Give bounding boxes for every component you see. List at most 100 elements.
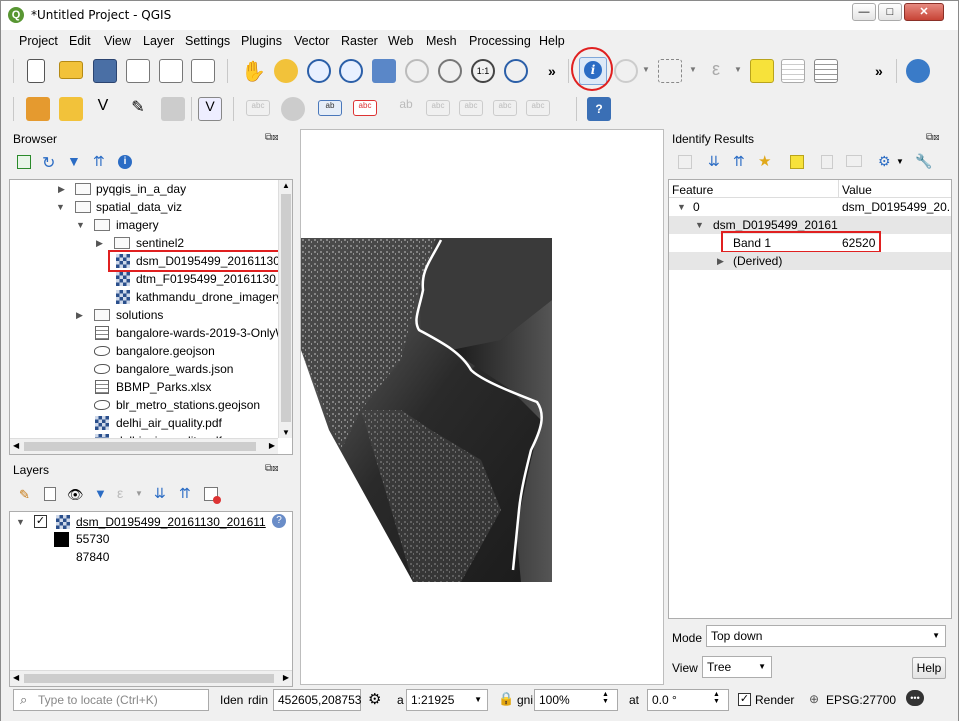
menu-help[interactable]: Help <box>539 34 565 48</box>
identify-mode-icon[interactable]: ⚙ <box>878 153 891 170</box>
run-action-icon[interactable] <box>614 59 638 83</box>
browser-item[interactable]: solutions <box>116 306 163 324</box>
expand-arrow-icon[interactable]: ▶ <box>58 184 65 195</box>
digitize-pen-icon[interactable]: ✎ <box>126 97 150 121</box>
scroll-right-arrow-icon[interactable]: ▶ <box>283 673 289 682</box>
scroll-right-arrow-icon[interactable]: ▶ <box>269 441 275 450</box>
chevron-down-icon[interactable]: ▼ <box>135 489 143 498</box>
dock-float-close-icon[interactable]: ⧉⊠ <box>265 132 279 143</box>
map-canvas[interactable] <box>300 129 664 685</box>
menu-vector[interactable]: Vector <box>294 34 329 48</box>
browser-horizontal-scrollbar[interactable]: ◀ ▶ <box>10 438 278 454</box>
label-toolbar-icon[interactable]: abc <box>246 100 270 116</box>
virtual-layer-icon[interactable]: V <box>198 97 222 121</box>
chevron-down-icon[interactable]: ▼ <box>896 157 904 166</box>
clear-results-icon[interactable] <box>790 155 804 169</box>
new-geopackage-icon[interactable] <box>59 97 83 121</box>
expand-new-results-icon[interactable]: ★ <box>758 152 771 170</box>
zoom-selection-icon[interactable] <box>405 59 429 83</box>
collapse-arrow-icon[interactable]: ▼ <box>76 220 85 230</box>
settings-wrench-icon[interactable]: 🔧 <box>915 153 932 170</box>
menu-view[interactable]: View <box>104 34 131 48</box>
zoom-native-icon[interactable]: 1:1 <box>471 59 495 83</box>
menu-project[interactable]: Project <box>19 34 58 48</box>
chevron-down-icon[interactable]: ▼ <box>642 65 650 74</box>
view-select[interactable]: Tree <box>702 656 772 678</box>
collapse-arrow-icon[interactable]: ▼ <box>695 220 704 230</box>
menu-mesh[interactable]: Mesh <box>426 34 457 48</box>
scroll-left-arrow-icon[interactable]: ◀ <box>13 673 19 682</box>
browser-item[interactable]: bangalore_wards.json <box>116 360 233 378</box>
browser-item[interactable]: pyqgis_in_a_day <box>96 180 186 198</box>
result-row-derived[interactable] <box>669 252 951 270</box>
browser-vertical-scrollbar[interactable]: ▲ ▼ <box>278 180 292 438</box>
dock-float-close-icon[interactable]: ⧉⊠ <box>265 463 279 474</box>
expand-arrow-icon[interactable]: ▶ <box>76 310 83 321</box>
collapse-all-icon[interactable]: ⇈ <box>733 153 745 170</box>
new-print-layout-icon[interactable] <box>126 59 150 83</box>
browser-item[interactable]: bangalore-wards-2019-3-OnlyW <box>116 324 287 342</box>
menu-raster[interactable]: Raster <box>341 34 378 48</box>
scale-select[interactable]: 1:21925 <box>406 689 488 711</box>
expand-arrow-icon[interactable]: ▶ <box>96 238 103 249</box>
refresh-icon[interactable]: ↻ <box>42 153 55 173</box>
collapse-arrow-icon[interactable]: ▼ <box>56 202 65 212</box>
browser-item[interactable]: delhi_air_quality.pdf <box>116 414 222 432</box>
toolbar-overflow-icon[interactable]: » <box>875 63 883 79</box>
derived-label[interactable]: (Derived) <box>733 252 782 270</box>
minimize-button[interactable]: — <box>852 3 876 21</box>
menu-processing[interactable]: Processing <box>469 34 531 48</box>
expand-all-icon[interactable]: ⇊ <box>154 485 166 502</box>
render-checkbox[interactable]: ✓ <box>738 693 751 706</box>
open-project-icon[interactable] <box>59 61 83 79</box>
style-manager-icon[interactable] <box>191 59 215 83</box>
maximize-button[interactable]: □ <box>878 3 902 21</box>
filter-expression-icon[interactable]: ε <box>117 485 123 501</box>
coordinate-field[interactable]: 452605,208753 <box>273 689 361 711</box>
scrollbar-thumb[interactable] <box>24 674 274 683</box>
column-header-feature[interactable]: Feature <box>672 181 713 199</box>
spin-arrows-icon[interactable]: ▲ ▼ <box>602 691 609 705</box>
attribute-table-icon[interactable] <box>781 59 805 83</box>
select-features-icon[interactable] <box>658 59 682 83</box>
expand-tree-icon[interactable] <box>678 155 692 169</box>
close-button[interactable]: ✕ <box>904 3 944 21</box>
layers-horizontal-scrollbar[interactable]: ◀ ▶ <box>10 670 292 686</box>
column-header-value[interactable]: Value <box>842 181 872 199</box>
visibility-eye-icon[interactable]: 👁 <box>67 487 84 503</box>
copy-feature-icon[interactable] <box>821 155 833 169</box>
scroll-left-arrow-icon[interactable]: ◀ <box>13 441 19 450</box>
zoom-full-icon[interactable] <box>372 59 396 83</box>
spin-arrows-icon[interactable]: ▲ ▼ <box>713 691 720 705</box>
rotate-label-icon[interactable]: abc <box>493 100 517 116</box>
browser-item[interactable]: imagery <box>116 216 159 234</box>
scroll-down-arrow-icon[interactable]: ▼ <box>282 428 290 437</box>
menu-plugins[interactable]: Plugins <box>241 34 282 48</box>
menu-web[interactable]: Web <box>388 34 413 48</box>
layer-name[interactable]: dsm_D0195499_20161130_201611 <box>76 513 272 531</box>
browser-item[interactable]: spatial_data_viz <box>96 198 182 216</box>
browser-item[interactable]: blr_metro_stations.geojson <box>116 396 260 414</box>
mode-select[interactable]: Top down <box>706 625 946 647</box>
scrollbar-thumb[interactable] <box>24 442 256 451</box>
collapse-all-icon[interactable]: ⇈ <box>179 485 191 502</box>
filter-icon[interactable]: ▼ <box>67 153 81 169</box>
data-source-manager-icon[interactable] <box>26 97 50 121</box>
scrollbar-thumb[interactable] <box>281 194 291 422</box>
deselect-all-icon[interactable] <box>750 59 774 83</box>
browser-item[interactable]: BBMP_Parks.xlsx <box>116 378 211 396</box>
chevron-down-icon[interactable]: ▼ <box>734 65 742 74</box>
layer-help-icon[interactable]: ? <box>272 514 286 528</box>
toolbar-overflow-icon[interactable]: » <box>548 63 556 79</box>
style-brush-icon[interactable]: ✎ <box>19 487 30 503</box>
layer-visibility-checkbox[interactable]: ✓ <box>34 515 47 528</box>
collapse-arrow-icon[interactable]: ▼ <box>16 517 25 527</box>
expand-all-icon[interactable]: ⇊ <box>708 153 720 170</box>
add-layer-icon[interactable] <box>17 155 31 169</box>
diagram-icon[interactable] <box>281 97 305 121</box>
crs-label[interactable]: EPSG:27700 <box>826 691 896 709</box>
pan-hand-icon[interactable]: ✋ <box>241 59 266 83</box>
menu-edit[interactable]: Edit <box>69 34 91 48</box>
change-label-icon[interactable]: abc <box>526 100 550 116</box>
toggle-extents-icon[interactable]: ⚙ <box>368 690 381 708</box>
